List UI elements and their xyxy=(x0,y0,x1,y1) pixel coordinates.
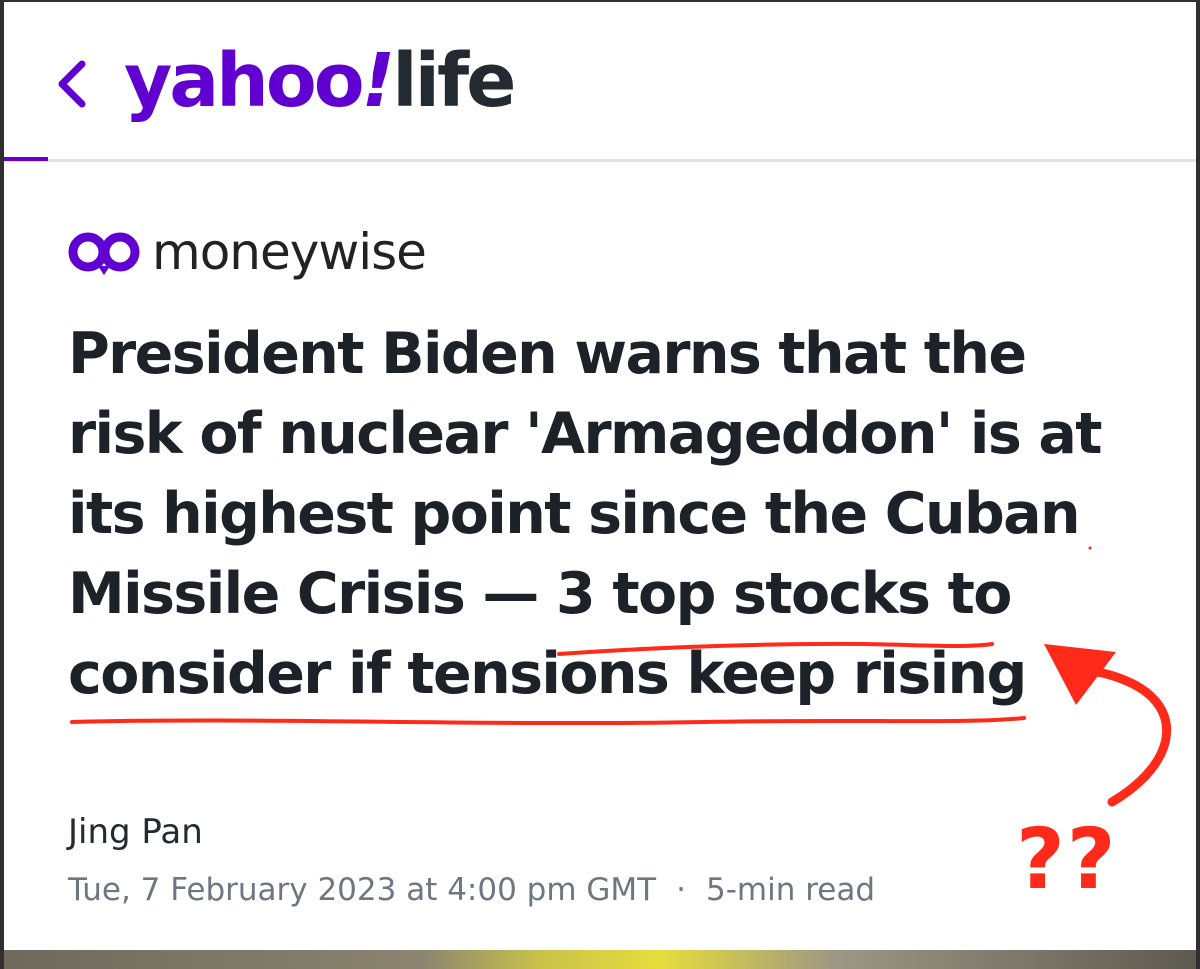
moneywise-logo-icon xyxy=(68,232,140,275)
article-author[interactable]: Jing Pan xyxy=(68,810,203,854)
chevron-left-icon xyxy=(58,60,86,108)
header-divider xyxy=(4,159,1196,162)
headline-line: consider if tensions keep rising xyxy=(68,641,1027,707)
underline-consider xyxy=(70,716,1026,726)
article-headline: President Biden warns that the risk of n… xyxy=(68,314,1148,714)
headline-line: President Biden warns that the xyxy=(68,321,1027,387)
logo-bang: ! xyxy=(361,38,396,124)
image-preview-strip xyxy=(4,950,1196,969)
top-bar: yahoo!life xyxy=(4,2,1196,162)
logo-section-text: life xyxy=(392,38,516,124)
article-meta: Tue, 7 February 2023 at 4:00 pm GMT · 5-mi… xyxy=(68,868,875,912)
read-time: 5-min read xyxy=(705,872,876,908)
headline-line: its highest point since the Cuban xyxy=(68,481,1081,547)
app-frame: yahoo!life moneywise President Biden war… xyxy=(0,0,1200,969)
source-brand[interactable]: moneywise xyxy=(68,223,427,281)
headline-line: Missile Crisis — 3 top stocks to xyxy=(68,561,1012,627)
back-button[interactable] xyxy=(52,54,92,114)
meta-separator: · xyxy=(676,872,686,908)
yahoo-life-logo[interactable]: yahoo!life xyxy=(124,36,516,126)
header-active-indicator xyxy=(4,157,48,161)
source-name: moneywise xyxy=(152,223,427,281)
question-marks-annotation: ?? xyxy=(1016,810,1118,908)
logo-yahoo-text: yahoo xyxy=(124,38,365,124)
publish-date: Tue, 7 February 2023 at 4:00 pm GMT xyxy=(68,872,657,908)
headline-line: risk of nuclear 'Armageddon' is at xyxy=(68,401,1103,467)
